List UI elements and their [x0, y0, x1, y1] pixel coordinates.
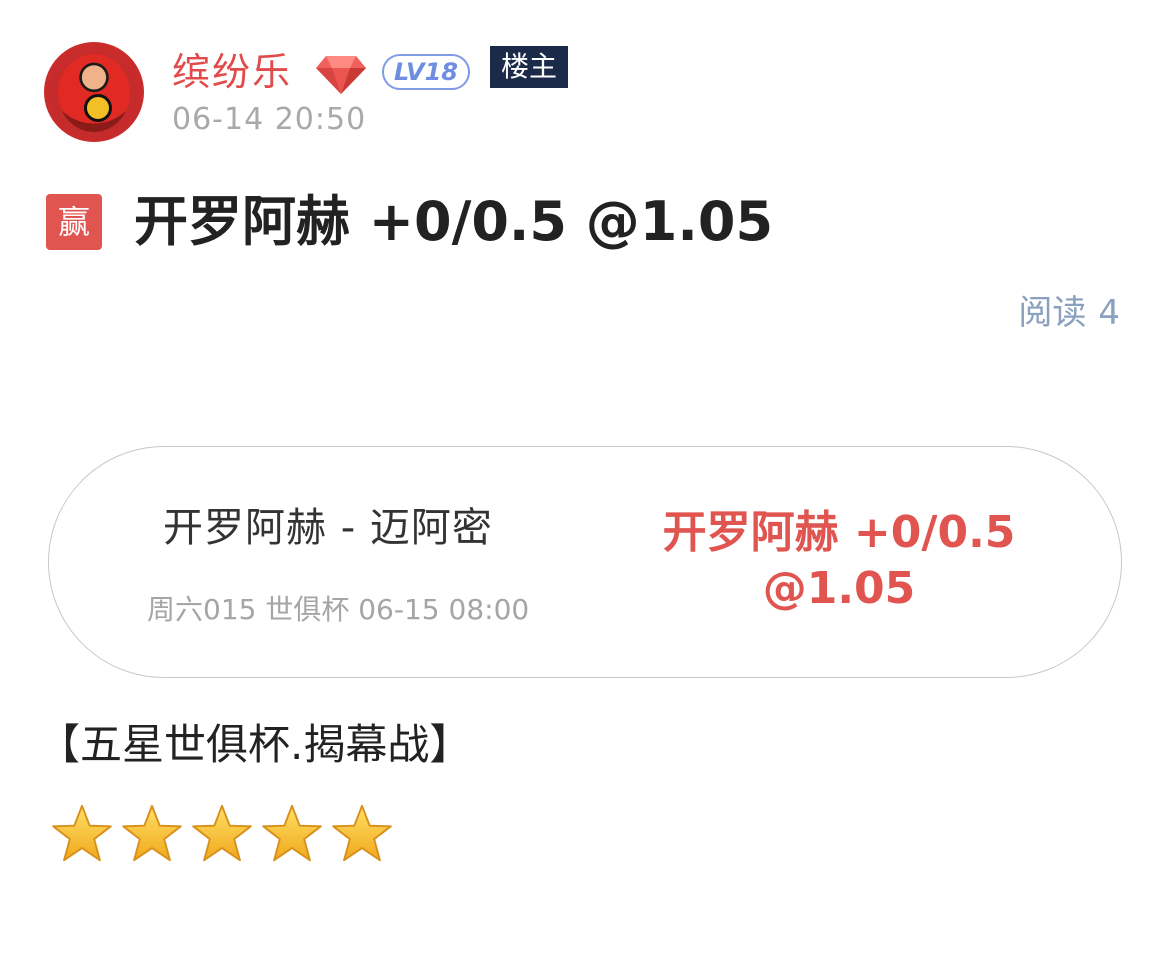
- match-teams: 开罗阿赫 - 迈阿密: [163, 505, 493, 551]
- read-label: 阅读: [1018, 293, 1087, 333]
- star-icon: [332, 804, 392, 862]
- level-badge: LV18: [382, 54, 470, 90]
- read-count: 阅读 4: [1018, 290, 1120, 336]
- bet-pick-odds: @1.05: [762, 563, 916, 614]
- star-icon: [192, 804, 252, 862]
- star-icon: [262, 804, 322, 862]
- match-info: 周六015 世俱杯 06-15 08:00: [147, 593, 530, 626]
- post-title: 开罗阿赫 +0/0.5 @1.05: [134, 190, 774, 253]
- avatar[interactable]: [44, 42, 144, 142]
- bet-pick-line: 开罗阿赫 +0/0.5: [662, 507, 1016, 558]
- gem-icon: [316, 56, 366, 94]
- post-page: 缤纷乐 LV18 楼主 06-14 20:50 赢 开罗阿赫 +0/0.5 @1…: [0, 0, 1170, 960]
- star-icon: [52, 804, 112, 862]
- read-number: 4: [1098, 293, 1120, 333]
- win-badge: 赢: [46, 194, 102, 250]
- bet-pick: 开罗阿赫 +0/0.5 @1.05: [609, 505, 1069, 617]
- username[interactable]: 缤纷乐: [172, 46, 292, 98]
- star-icon: [122, 804, 182, 862]
- bet-card[interactable]: 开罗阿赫 - 迈阿密 周六015 世俱杯 06-15 08:00 开罗阿赫 +0…: [48, 446, 1122, 678]
- avatar-emblem: [84, 94, 112, 122]
- star-rating: [50, 802, 394, 868]
- owner-badge: 楼主: [490, 46, 568, 88]
- post-timestamp: 06-14 20:50: [172, 102, 367, 137]
- post-body-heading: 【五星世俱杯.揭幕战】: [38, 720, 472, 769]
